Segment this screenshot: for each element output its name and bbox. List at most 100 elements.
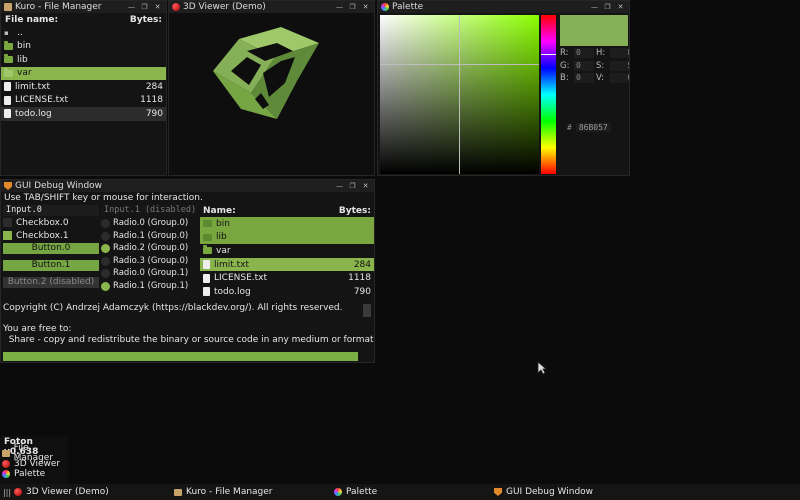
list-item-lib[interactable]: lib (1, 53, 166, 67)
task-palette[interactable]: Palette (334, 487, 377, 497)
viewer-window[interactable]: 3D Viewer (Demo) — ❐ ✕ (168, 0, 375, 176)
radio-3-group-0[interactable]: Radio.3 (Group.0) (101, 255, 188, 267)
column-file-name[interactable]: File name: (5, 15, 58, 25)
debug-file-list-header: Name: Bytes: (200, 204, 374, 217)
list-item-name: .. (17, 27, 23, 38)
file-icon (4, 109, 11, 119)
maximize-icon[interactable]: ❐ (347, 2, 358, 12)
list-item-limit-txt[interactable]: limit.txt 284 (200, 257, 374, 272)
b-input[interactable]: 0 (574, 73, 594, 83)
task-label: Kuro - File Manager (186, 487, 273, 497)
palette-icon (381, 3, 389, 11)
palette-titlebar[interactable]: Palette — ❐ ✕ (378, 1, 629, 13)
file-manager-icon (2, 449, 10, 457)
folder-icon (4, 54, 13, 64)
task-label: 3D Viewer (Demo) (26, 487, 109, 497)
file-icon (203, 273, 210, 283)
button-1[interactable]: Button.1 (3, 260, 99, 271)
progress-bar-fill (3, 352, 358, 361)
list-item-lib[interactable]: lib (200, 230, 374, 245)
menu-item-palette[interactable]: Palette (0, 469, 68, 480)
palette-row-b-v: B: 0 V: 69 (560, 73, 629, 83)
maximize-icon[interactable]: ❐ (139, 2, 150, 12)
menu-item-label: 3D Viewer (14, 458, 61, 469)
red-dot-icon (172, 3, 180, 11)
input-0[interactable]: Input.0 (3, 205, 99, 216)
list-item-var[interactable]: var (200, 244, 374, 258)
minimize-icon[interactable]: — (589, 2, 600, 12)
up-icon: ▪ (4, 28, 9, 37)
column-name[interactable]: Name: (203, 206, 236, 216)
menu-item-3d-viewer[interactable]: 3D Viewer (0, 459, 68, 470)
folder-icon (203, 218, 212, 228)
close-icon[interactable]: ✕ (360, 2, 371, 12)
file-manager-window[interactable]: Kuro - File Manager — ❐ ✕ File name: Byt… (0, 0, 167, 176)
task-file-manager[interactable]: Kuro - File Manager (174, 487, 273, 497)
radio-2-group-0[interactable]: Radio.2 (Group.0) (101, 242, 188, 254)
close-icon[interactable]: ✕ (360, 181, 371, 191)
folder-icon (203, 231, 212, 241)
button-0[interactable]: Button.0 (3, 243, 99, 254)
column-bytes[interactable]: Bytes: (339, 206, 371, 216)
hex-input[interactable]: 86B057 (575, 123, 611, 132)
maximize-icon[interactable]: ❐ (347, 181, 358, 191)
list-item-name: LICENSE.txt (214, 273, 268, 284)
list-item-bin[interactable]: bin (200, 217, 374, 231)
radio-label: Radio.0 (Group.1) (113, 268, 189, 278)
debug-window[interactable]: GUI Debug Window — ❐ ✕ Use TAB/SHIFT key… (0, 179, 375, 363)
wireframe-cube-render[interactable] (169, 13, 374, 175)
g-input[interactable]: 0 (574, 61, 594, 71)
debug-titlebar[interactable]: GUI Debug Window — ❐ ✕ (1, 180, 374, 192)
list-item-license-txt[interactable]: LICENSE.txt 1118 (1, 94, 166, 108)
hex-field: # 86B057 (567, 123, 611, 132)
list-item-todo-log[interactable]: todo.log 790 (200, 285, 374, 299)
checkbox-box (3, 231, 12, 240)
r-input[interactable]: 0 (574, 48, 594, 58)
taskbar: ||| 3D Viewer (Demo) Kuro - File Manager… (0, 484, 800, 500)
close-icon[interactable]: ✕ (152, 2, 163, 12)
list-item-todo-log[interactable]: todo.log 790 (1, 107, 166, 121)
menu-grip-icon[interactable]: ||| (0, 488, 14, 497)
close-icon[interactable]: ✕ (615, 2, 626, 12)
minimize-icon[interactable]: — (126, 2, 137, 12)
maximize-icon[interactable]: ❐ (602, 2, 613, 12)
list-item-size: 284 (145, 81, 163, 92)
file-manager-titlebar[interactable]: Kuro - File Manager — ❐ ✕ (1, 1, 166, 13)
minimize-icon[interactable]: — (334, 181, 345, 191)
hue-slider[interactable] (541, 15, 556, 174)
checkbox-label: Checkbox.1 (16, 230, 69, 241)
list-item-var[interactable]: var (1, 66, 166, 80)
list-item-limit-txt[interactable]: limit.txt 284 (1, 80, 166, 94)
palette-window[interactable]: Palette — ❐ ✕ R: 0 H: 88 G: 0 S: 50 B: 0… (377, 0, 630, 176)
menu-item-label: Palette (14, 469, 46, 480)
list-item-parent[interactable]: ▪ .. (1, 26, 166, 40)
task-label: Palette (346, 487, 378, 497)
task-label: GUI Debug Window (506, 487, 594, 497)
checkbox-1[interactable]: Checkbox.1 (3, 230, 69, 241)
color-swatch (560, 15, 628, 46)
radio-0-group-1[interactable]: Radio.0 (Group.1) (101, 267, 188, 279)
viewer-title: 3D Viewer (Demo) (183, 2, 266, 12)
h-input[interactable]: 88 (610, 48, 629, 58)
palette-icon (2, 470, 10, 479)
hex-label: # (567, 123, 572, 132)
red-dot-icon (14, 488, 22, 496)
list-item-license-txt[interactable]: LICENSE.txt 1118 (200, 271, 374, 285)
checkbox-label: Checkbox.0 (16, 217, 69, 228)
saturation-value-picker[interactable] (380, 15, 539, 174)
radio-dot (101, 268, 110, 278)
radio-1-group-1[interactable]: Radio.1 (Group.1) (101, 280, 188, 292)
task-gui-debug[interactable]: GUI Debug Window (494, 487, 593, 497)
viewer-titlebar[interactable]: 3D Viewer (Demo) — ❐ ✕ (169, 1, 374, 13)
file-manager-icon (4, 3, 12, 11)
radio-1-group-0[interactable]: Radio.1 (Group.0) (101, 230, 188, 242)
checkbox-0[interactable]: Checkbox.0 (3, 217, 69, 228)
column-bytes[interactable]: Bytes: (130, 15, 162, 25)
s-input[interactable]: 50 (610, 61, 629, 71)
list-item-bin[interactable]: bin (1, 40, 166, 54)
minimize-icon[interactable]: — (334, 2, 345, 12)
task-3d-viewer[interactable]: 3D Viewer (Demo) (14, 487, 109, 497)
radio-0-group-0[interactable]: Radio.0 (Group.0) (101, 217, 188, 229)
textarea-scrollbar[interactable] (363, 304, 371, 317)
v-input[interactable]: 69 (610, 73, 629, 83)
